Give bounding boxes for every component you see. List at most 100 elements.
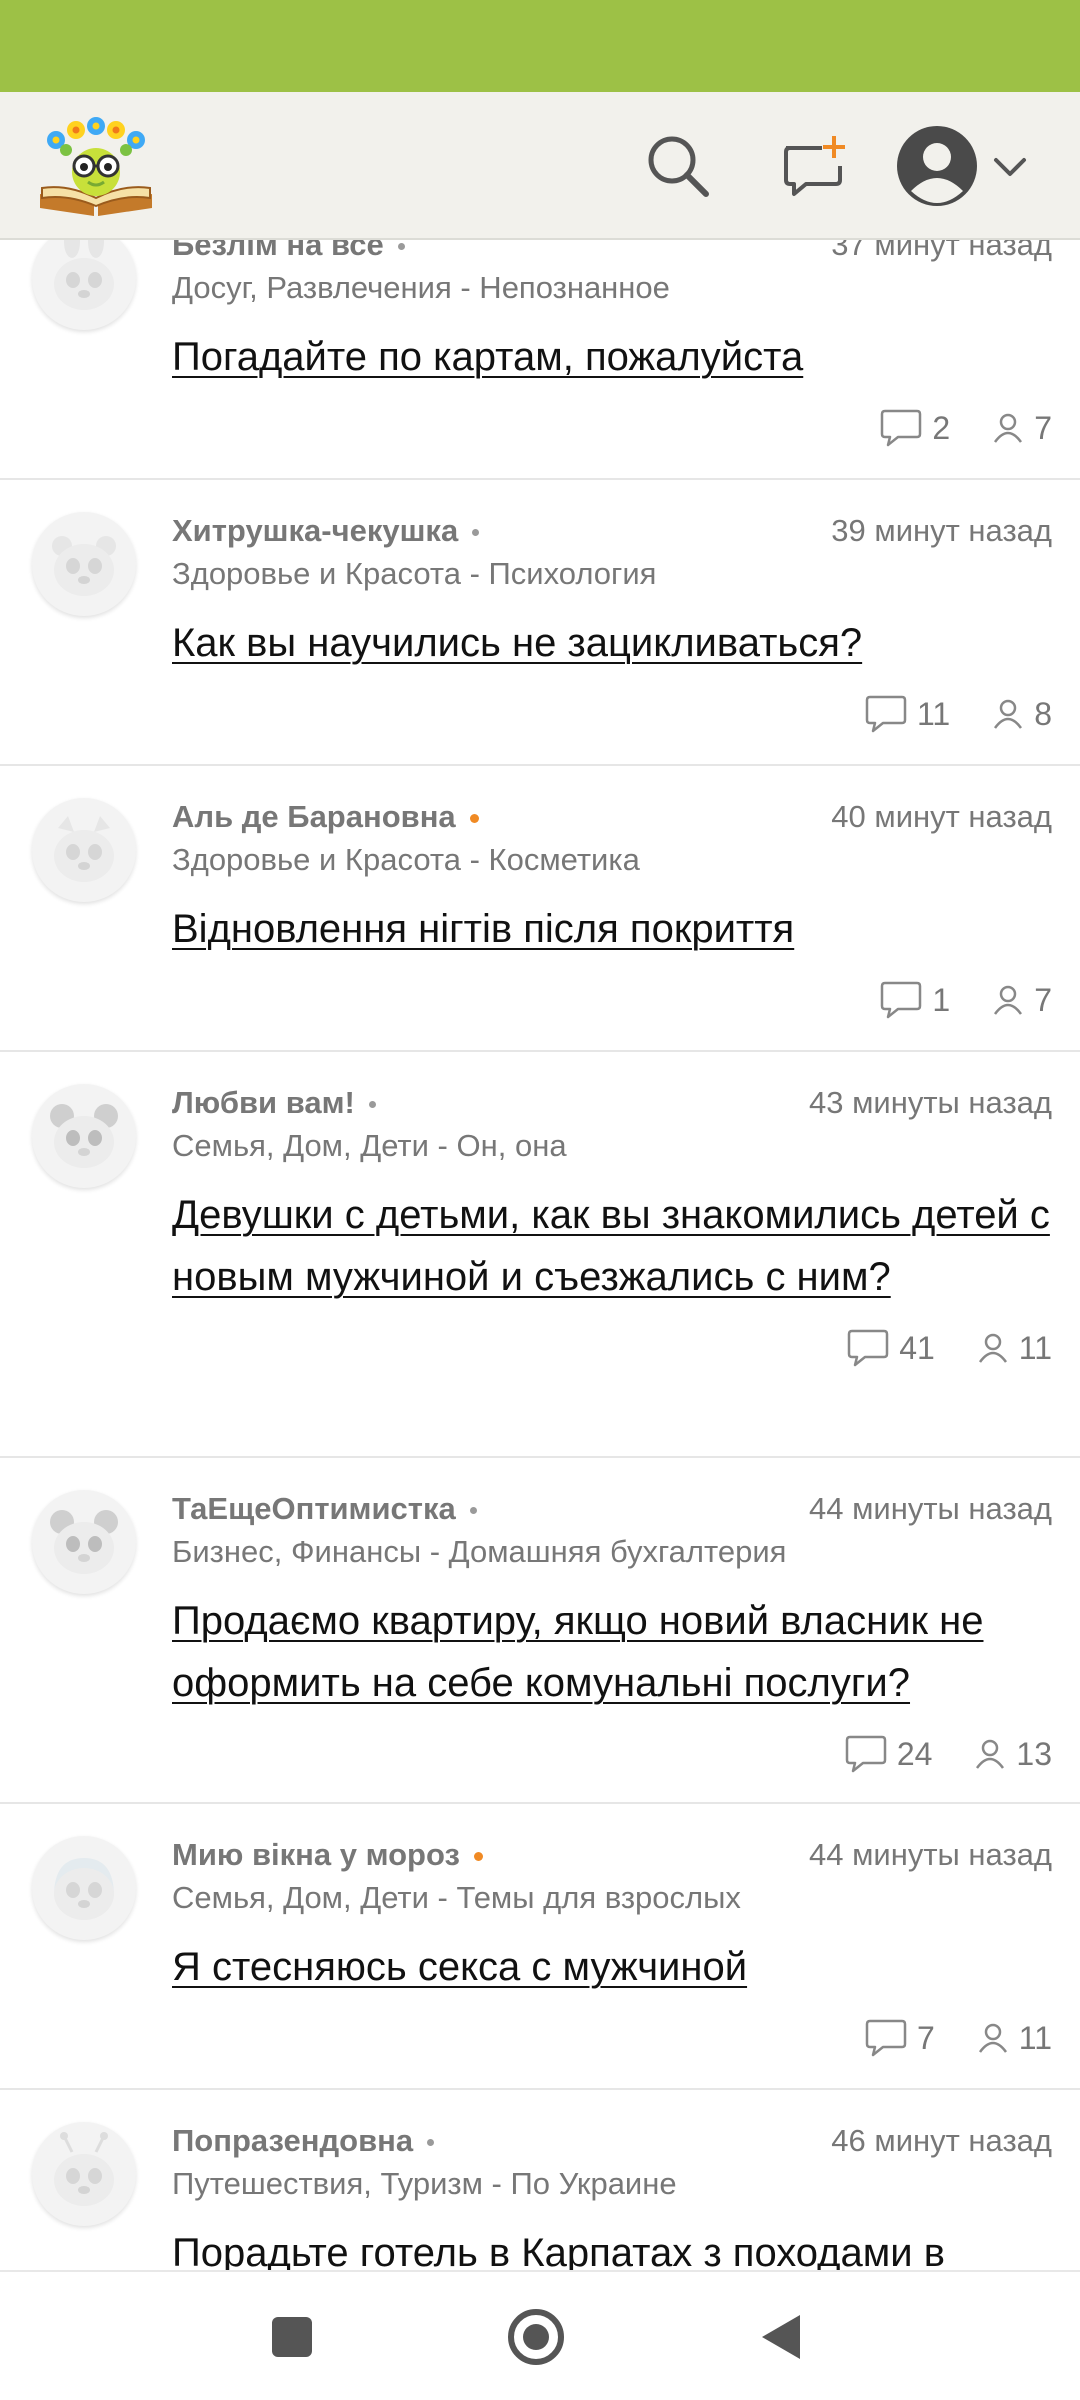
topic-item[interactable]: Мию вікна у мороз 44 минуты назад Семья, Д…: [0, 1804, 1080, 2090]
post-category[interactable]: Здоровье и Красота - Косметика: [172, 842, 1052, 878]
post-title-link[interactable]: Погадайте по картам, пожалуйста: [172, 326, 1052, 388]
offline-indicator: [368, 1100, 376, 1108]
participants-icon: [994, 985, 1023, 1015]
author-avatar[interactable]: [32, 1490, 136, 1594]
comment-icon: [881, 409, 922, 447]
post-title-link[interactable]: Девушки с детьми, как вы знакомились дет…: [172, 1184, 1052, 1308]
offline-indicator: [397, 242, 405, 250]
author-avatar[interactable]: [32, 1836, 136, 1940]
recents-square-icon: [272, 2317, 312, 2357]
comments-count-value: 41: [899, 1329, 935, 1366]
post-stats: 27: [172, 404, 1052, 452]
author-name[interactable]: Безлім на все: [172, 240, 405, 263]
post-category[interactable]: Бизнес, Финансы - Домашняя бухгалтерия: [172, 1534, 1052, 1570]
participants-count-value: 7: [1034, 409, 1052, 446]
new-topic-icon: [784, 136, 845, 196]
offline-indicator: [472, 528, 480, 536]
comment-icon: [865, 2019, 907, 2057]
author-avatar[interactable]: [32, 1084, 136, 1188]
participants-icon: [978, 2023, 1007, 2053]
participants-icon: [994, 699, 1023, 729]
comments-count-value: 24: [896, 1735, 933, 1772]
post-stats: 24 13: [172, 1730, 1052, 1778]
home-button[interactable]: [496, 2302, 576, 2372]
post-category[interactable]: Досуг, Развлечения - Непознанное: [172, 270, 1052, 306]
post-category[interactable]: Семья, Дом, Дети - Темы для взрослых: [172, 1880, 1052, 1916]
back-button[interactable]: [740, 2302, 820, 2372]
author-name[interactable]: Попразендовна: [172, 2123, 435, 2159]
participants-count-value: 8: [1034, 695, 1052, 732]
online-indicator: [469, 813, 479, 823]
post-category[interactable]: Путешествия, Туризм - По Украине: [172, 2166, 1052, 2202]
topic-item[interactable]: Любви вам! 43 минуты назад Семья, Дом, Дет…: [0, 1052, 1080, 1458]
author-avatar[interactable]: [32, 2122, 136, 2226]
post-stats: 17: [172, 976, 1052, 1024]
post-stats: 7 11: [172, 2014, 1052, 2062]
author-avatar[interactable]: [32, 512, 136, 616]
author-name[interactable]: Мию вікна у мороз: [172, 1837, 483, 1873]
topic-item[interactable]: Хитрушка-чекушка 39 минут назад Здоровье и…: [0, 480, 1080, 766]
post-title-link[interactable]: Відновлення нігтів після покриття: [172, 898, 1052, 960]
post-category[interactable]: Семья, Дом, Дети - Он, она: [172, 1128, 1052, 1164]
post-title-link[interactable]: Как вы научились не зацикливаться?: [172, 612, 1052, 674]
search-button[interactable]: [636, 124, 720, 208]
participants-count-value: 11: [1018, 2019, 1052, 2056]
participants-count-value: 7: [1034, 981, 1052, 1018]
flower-book-logo[interactable]: [34, 110, 158, 222]
post-title-link[interactable]: Порадьте готель в Карпатах з походами в: [172, 2222, 1052, 2270]
recents-button[interactable]: [252, 2302, 332, 2372]
offline-indicator: [469, 1506, 477, 1514]
topic-item[interactable]: Попразендовна 46 минут назад Путешествия, …: [0, 2090, 1080, 2270]
comments-count-value: 2: [932, 409, 951, 446]
post-time: 46 минут назад: [831, 2123, 1052, 2158]
participants-count: 11: [975, 1330, 1052, 1367]
author-name[interactable]: ТаЕщеОптимистка: [172, 1491, 477, 1527]
participants-count: 13: [972, 1736, 1052, 1773]
comment-icon: [847, 1329, 889, 1367]
post-time: 43 минуты назад: [809, 1085, 1052, 1120]
comments-count: 1: [878, 980, 950, 1020]
comments-count: 7: [863, 2018, 935, 2058]
post-time: 37 минут назад: [831, 240, 1052, 262]
comments-count-value: 1: [932, 981, 951, 1018]
home-circle-icon: [508, 2309, 564, 2365]
app-header: [0, 92, 1080, 240]
post-time: 44 минуты назад: [809, 1491, 1052, 1526]
online-indicator: [473, 1851, 483, 1861]
comment-icon: [845, 1735, 887, 1773]
post-title-link[interactable]: Продаємо квартиру, якщо новий власник не…: [172, 1590, 1052, 1714]
comments-count-value: 11: [916, 695, 951, 732]
post-stats: 11 8: [172, 690, 1052, 738]
participants-count: 7: [990, 410, 1052, 447]
comment-icon: [881, 981, 922, 1019]
author-name[interactable]: Хитрушка-чекушка: [172, 513, 480, 549]
author-name[interactable]: Любви вам!: [172, 1085, 376, 1121]
topic-feed[interactable]: Безлім на все 37 минут назад Досуг, Развле…: [0, 240, 1080, 2270]
participants-count-value: 11: [1018, 1329, 1052, 1366]
participants-count: 7: [990, 982, 1052, 1019]
user-avatar-icon: [897, 126, 977, 206]
profile-menu-button[interactable]: [896, 124, 1056, 208]
comments-count: 11: [863, 694, 950, 734]
status-bar: [0, 0, 1080, 92]
topic-item[interactable]: Аль де Барановна 40 минут назад Здоровье и…: [0, 766, 1080, 1052]
comments-count-value: 7: [916, 2019, 935, 2056]
back-triangle-icon: [762, 2315, 800, 2359]
participants-icon: [978, 1333, 1007, 1363]
search-icon: [648, 136, 709, 197]
author-avatar[interactable]: [32, 798, 136, 902]
system-nav-bar: [0, 2270, 1080, 2400]
participants-count-value: 13: [1016, 1735, 1052, 1772]
topic-item[interactable]: ТаЕщеОптимистка 44 минуты назад Бизнес, Фи…: [0, 1458, 1080, 1804]
comments-count: 41: [845, 1328, 935, 1368]
post-time: 40 минут назад: [831, 799, 1052, 834]
comments-count: 24: [843, 1734, 933, 1774]
post-category[interactable]: Здоровье и Красота - Психология: [172, 556, 1052, 592]
post-title-link[interactable]: Я стесняюсь секса с мужчиной: [172, 1936, 1052, 1998]
post-time: 39 минут назад: [831, 513, 1052, 548]
topic-item[interactable]: Безлім на все 37 минут назад Досуг, Развле…: [0, 240, 1080, 480]
new-topic-button[interactable]: [772, 124, 856, 208]
author-name[interactable]: Аль де Барановна: [172, 799, 479, 835]
author-avatar[interactable]: [32, 240, 136, 330]
comments-count: 2: [878, 408, 950, 448]
